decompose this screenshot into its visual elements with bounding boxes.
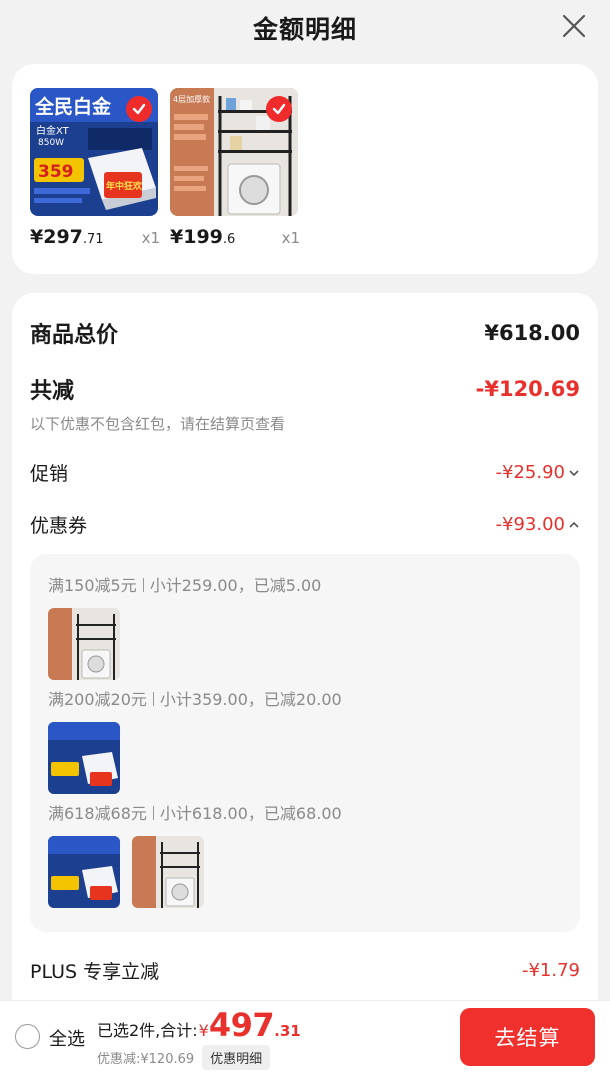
checkout-button[interactable]: 去结算 — [460, 1008, 595, 1066]
product-thumb-tag: 年中狂欢 — [106, 180, 143, 192]
order-summary: 已选2件,合计: ¥ 497 .31 优惠减:¥120.69 优惠明细 — [97, 1006, 301, 1070]
product-price: ¥199.6 — [170, 226, 236, 248]
coupon-row[interactable]: 优惠券 -¥93.00 — [30, 511, 580, 538]
coupon-product-thumb — [48, 722, 120, 794]
discount-note: 以下优惠不包含红包，请在结算页查看 — [30, 415, 286, 433]
product-model-text: 白金XT — [36, 124, 70, 137]
coupon-product-thumb — [48, 608, 120, 680]
total-price-row: 商品总价 ¥618.00 — [30, 317, 580, 349]
coupon-product-thumb — [132, 836, 204, 908]
close-icon[interactable] — [560, 12, 588, 40]
product-watt-text: 850W — [38, 138, 64, 148]
promo-value: -¥25.90 — [496, 462, 580, 483]
selected-check-icon — [266, 96, 292, 122]
coupon-label: 优惠券 — [30, 515, 88, 537]
select-all-label[interactable]: 全选 — [49, 1025, 85, 1051]
coupon-group: 满618减68元 小计618.00，已减68.00 — [48, 800, 342, 908]
selected-check-icon — [126, 96, 152, 122]
product-qty: x1 — [281, 229, 300, 247]
sheet-header: 金额明细 — [0, 0, 610, 56]
selected-count-text: 已选2件,合计: — [97, 1021, 198, 1040]
product-banner-text: 全民白金 — [34, 95, 112, 118]
total-price-value: ¥618.00 — [484, 321, 580, 345]
coupon-rule: 满618减68元 小计618.00，已减68.00 — [48, 804, 342, 823]
chevron-down-icon[interactable] — [568, 467, 580, 479]
total-amount-decimal: .31 — [274, 1022, 301, 1040]
coupon-value: -¥93.00 — [496, 514, 580, 535]
total-reduce-value: -¥120.69 — [475, 377, 580, 401]
product-item[interactable]: 4层加厚款 ¥199.6 x1 — [170, 88, 300, 248]
product-thumbnail[interactable]: 4层加厚款 — [170, 88, 298, 216]
sheet-title: 金额明细 — [252, 15, 357, 44]
select-all-radio[interactable] — [15, 1024, 40, 1049]
total-price-label: 商品总价 — [30, 323, 119, 348]
coupon-group: 满150减5元 小计259.00，已减5.00 — [48, 572, 321, 680]
discount-summary: 优惠减:¥120.69 — [97, 1052, 195, 1067]
price-detail-card: 商品总价 ¥618.00 共减 -¥120.69 以下优惠不包含红包，请在结算页… — [12, 293, 598, 1033]
product-qty: x1 — [141, 229, 160, 247]
total-currency: ¥ — [198, 1021, 209, 1040]
coupon-group: 满200减20元 小计359.00，已减20.00 — [48, 686, 342, 794]
products-card: 全民白金 白金XT 850W 359 年中狂欢 ¥297.71 x1 4层加厚款… — [12, 64, 598, 274]
coupon-product-thumb — [48, 836, 120, 908]
product-banner-text: 4层加厚款 — [173, 94, 210, 104]
product-thumb-price: 359 — [38, 162, 74, 182]
coupon-rule: 满150减5元 小计259.00，已减5.00 — [48, 576, 322, 595]
plus-discount-value: -¥1.79 — [521, 960, 580, 981]
chevron-up-icon[interactable] — [568, 519, 580, 531]
product-price: ¥297.71 — [30, 226, 104, 248]
coupon-rule: 满200减20元 小计359.00，已减20.00 — [48, 690, 342, 709]
promo-row[interactable]: 促销 -¥25.90 — [30, 459, 580, 486]
product-item[interactable]: 全民白金 白金XT 850W 359 年中狂欢 ¥297.71 x1 — [30, 88, 160, 248]
total-amount: 497 — [208, 1006, 275, 1044]
checkout-bar: 全选 已选2件,合计: ¥ 497 .31 优惠减:¥120.69 优惠明细 去… — [0, 1000, 610, 1074]
total-reduce-row: 共减 -¥120.69 — [30, 373, 580, 405]
promo-label: 促销 — [30, 463, 69, 485]
product-thumbnail[interactable]: 全民白金 白金XT 850W 359 年中狂欢 — [30, 88, 158, 216]
coupon-breakdown: 满150减5元 小计259.00，已减5.00 满200减20元 小计359.00，… — [30, 554, 580, 932]
plus-discount-label: PLUS 专享立减 — [30, 961, 160, 983]
plus-discount-row: PLUS 专享立减 -¥1.79 — [30, 957, 580, 984]
discount-detail-button[interactable]: 优惠明细 — [202, 1045, 271, 1070]
total-reduce-label: 共减 — [30, 379, 75, 404]
